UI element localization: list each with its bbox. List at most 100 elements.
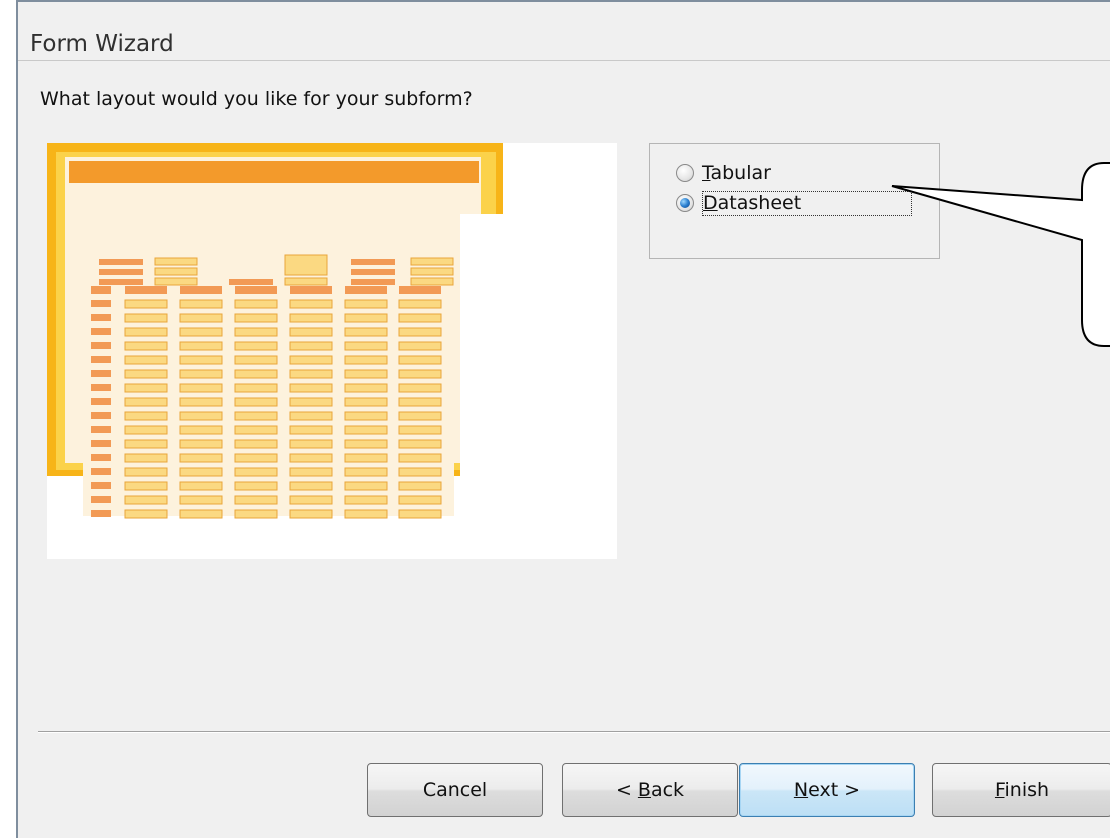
preview-field-box <box>410 277 454 286</box>
preview-row-selector <box>91 454 111 461</box>
preview-data-cell <box>124 369 168 379</box>
dialog-title: Form Wizard <box>30 31 174 57</box>
preview-data-cell <box>344 411 388 421</box>
button-separator <box>38 731 1110 733</box>
preview-data-cell <box>289 509 333 519</box>
preview-data-cell <box>398 355 442 365</box>
preview-data-cell <box>289 299 333 309</box>
preview-data-cell <box>234 397 278 407</box>
cancel-button[interactable]: Cancel <box>367 763 543 817</box>
preview-row-selector <box>91 468 111 475</box>
preview-data-cell <box>124 383 168 393</box>
preview-data-cell <box>289 453 333 463</box>
preview-data-cell <box>179 369 223 379</box>
preview-field-box <box>284 254 328 276</box>
preview-data-cell <box>289 411 333 421</box>
preview-data-cell <box>289 327 333 337</box>
preview-data-cell <box>234 453 278 463</box>
preview-data-cell <box>289 439 333 449</box>
preview-field-label <box>99 269 143 275</box>
preview-data-cell <box>344 425 388 435</box>
tabular-option[interactable]: Tabular <box>676 159 771 187</box>
preview-row-selector <box>91 384 111 391</box>
preview-data-cell <box>344 383 388 393</box>
back-button[interactable]: < Back <box>562 763 738 817</box>
preview-row-selector <box>91 314 111 321</box>
preview-field-label <box>229 279 273 285</box>
preview-data-cell <box>179 481 223 491</box>
preview-header-cell <box>180 286 222 294</box>
preview-data-cell <box>344 299 388 309</box>
preview-data-cell <box>124 397 168 407</box>
preview-data-cell <box>234 313 278 323</box>
preview-data-cell <box>234 369 278 379</box>
preview-data-cell <box>398 453 442 463</box>
preview-header-cell <box>290 286 332 294</box>
preview-data-cell <box>344 397 388 407</box>
datasheet-option[interactable]: Datasheet <box>676 189 912 217</box>
preview-row-selector <box>91 370 111 377</box>
next-button[interactable]: Next > <box>739 763 915 817</box>
preview-header-cell <box>91 286 111 294</box>
preview-data-cell <box>344 495 388 505</box>
preview-data-cell <box>234 299 278 309</box>
preview-data-cell <box>398 369 442 379</box>
preview-data-cell <box>398 397 442 407</box>
preview-row-selector <box>91 426 111 433</box>
datasheet-preview-icon <box>47 143 617 559</box>
preview-data-cell <box>289 341 333 351</box>
preview-row-selector <box>91 356 111 363</box>
preview-data-cell <box>289 425 333 435</box>
preview-row-selector <box>91 440 111 447</box>
preview-data-cell <box>124 313 168 323</box>
preview-data-cell <box>344 453 388 463</box>
preview-data-cell <box>179 509 223 519</box>
preview-data-cell <box>344 467 388 477</box>
preview-data-cell <box>179 313 223 323</box>
preview-data-cell <box>179 299 223 309</box>
preview-data-cell <box>179 425 223 435</box>
preview-data-cell <box>179 341 223 351</box>
preview-row-selector <box>91 328 111 335</box>
tabular-radio[interactable] <box>676 164 694 182</box>
preview-data-cell <box>398 495 442 505</box>
preview-data-cell <box>124 439 168 449</box>
preview-data-cell <box>234 425 278 435</box>
preview-data-cell <box>344 313 388 323</box>
preview-data-cell <box>179 383 223 393</box>
preview-data-cell <box>398 327 442 337</box>
preview-header-cell <box>235 286 277 294</box>
preview-data-cell <box>124 509 168 519</box>
preview-data-cell <box>234 439 278 449</box>
preview-data-cell <box>398 411 442 421</box>
preview-data-cell <box>179 397 223 407</box>
preview-title-bar <box>69 161 479 183</box>
preview-data-cell <box>344 369 388 379</box>
preview-row-selector <box>91 300 111 307</box>
preview-data-cell <box>234 509 278 519</box>
preview-data-cell <box>398 341 442 351</box>
preview-row-selector <box>91 412 111 419</box>
preview-data-cell <box>289 467 333 477</box>
preview-field-box <box>154 257 198 266</box>
preview-data-cell <box>124 425 168 435</box>
preview-header-cell <box>399 286 441 294</box>
preview-data-cell <box>124 341 168 351</box>
preview-data-cell <box>234 481 278 491</box>
preview-data-cell <box>179 355 223 365</box>
preview-field-label <box>351 279 395 285</box>
preview-data-cell <box>179 411 223 421</box>
preview-row-selector <box>91 482 111 489</box>
finish-button[interactable]: Finish <box>932 763 1110 817</box>
preview-data-cell <box>289 481 333 491</box>
preview-data-cell <box>398 509 442 519</box>
preview-data-cell <box>398 481 442 491</box>
preview-data-cell <box>289 383 333 393</box>
preview-data-cell <box>289 355 333 365</box>
preview-header-cell <box>125 286 167 294</box>
datasheet-radio[interactable] <box>676 194 694 212</box>
preview-field-box <box>154 267 198 276</box>
preview-data-cell <box>124 355 168 365</box>
preview-row-selector <box>91 342 111 349</box>
preview-data-cell <box>344 355 388 365</box>
